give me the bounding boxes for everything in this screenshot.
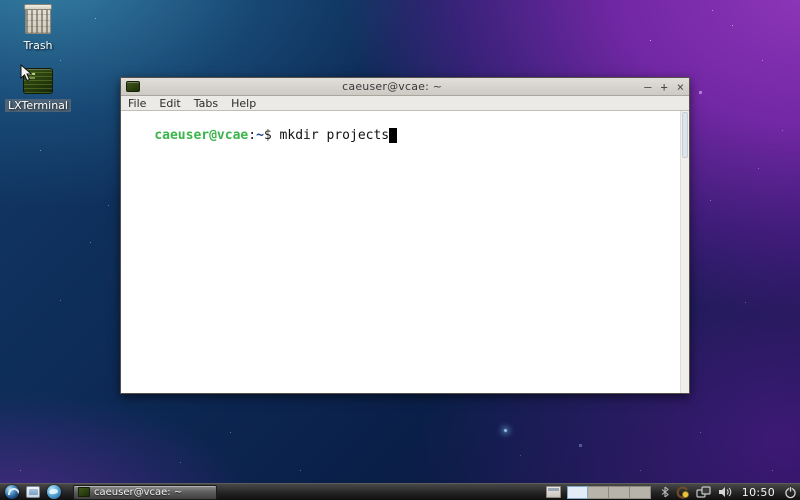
scrollbar-thumb[interactable] xyxy=(682,112,688,158)
taskbar-window-label: caeuser@vcae: ~ xyxy=(94,487,182,498)
lxterminal-icon xyxy=(126,81,140,92)
window-title: caeuser@vcae: ~ xyxy=(140,80,644,93)
show-desktop-button[interactable] xyxy=(546,486,561,498)
prompt-user-host: caeuser@vcae xyxy=(154,128,248,143)
desktop-icon-label: Trash xyxy=(20,39,55,52)
file-manager-icon xyxy=(26,486,40,498)
web-browser-launcher[interactable] xyxy=(46,485,62,499)
trash-icon xyxy=(25,6,51,34)
clock[interactable]: 10:50 xyxy=(740,486,777,499)
taskbar: caeuser@vcae: ~ xyxy=(0,483,800,500)
bluetooth-icon[interactable] xyxy=(661,486,669,498)
mouse-cursor-icon xyxy=(20,64,33,82)
menu-edit[interactable]: Edit xyxy=(159,97,180,110)
volume-icon[interactable] xyxy=(718,486,733,498)
bright-star xyxy=(503,428,508,433)
menu-tabs[interactable]: Tabs xyxy=(194,97,218,110)
menu-bar: File Edit Tabs Help xyxy=(121,96,689,111)
terminal-window: caeuser@vcae: ~ – + × File Edit Tabs Hel… xyxy=(120,77,690,394)
workspace-3[interactable] xyxy=(609,486,630,499)
file-manager-launcher[interactable] xyxy=(25,485,41,499)
desktop-icon-lxterminal[interactable]: LXTerminal xyxy=(2,68,74,113)
lubuntu-logo-icon xyxy=(5,485,19,499)
globe-icon xyxy=(47,485,61,499)
terminal-output[interactable]: caeuser@vcae:~$ mkdir projects xyxy=(121,111,689,393)
menu-file[interactable]: File xyxy=(128,97,146,110)
workspace-2[interactable] xyxy=(588,486,609,499)
star-field xyxy=(0,0,1,1)
taskbar-window-button[interactable]: caeuser@vcae: ~ xyxy=(73,485,217,500)
window-titlebar[interactable]: caeuser@vcae: ~ – + × xyxy=(121,78,689,96)
close-button[interactable]: × xyxy=(677,81,684,93)
prompt-colon: : xyxy=(248,128,256,143)
workspace-pager xyxy=(567,486,651,499)
workspace-4[interactable] xyxy=(630,486,651,499)
power-button-icon[interactable] xyxy=(784,486,797,499)
network-status-icon[interactable] xyxy=(696,486,711,498)
terminal-scrollbar[interactable] xyxy=(680,111,689,393)
lxterminal-icon xyxy=(78,487,90,497)
terminal-cursor xyxy=(389,128,397,143)
maximize-button[interactable]: + xyxy=(661,81,668,93)
workspace-1-active[interactable] xyxy=(567,486,588,499)
system-tray: 10:50 xyxy=(661,486,797,499)
start-menu-button[interactable] xyxy=(3,485,20,499)
desktop-icon-label: LXTerminal xyxy=(5,99,71,112)
prompt-symbol: $ xyxy=(264,128,280,143)
prompt-path: ~ xyxy=(256,128,264,143)
update-notifier-icon[interactable] xyxy=(676,486,689,499)
minimize-button[interactable]: – xyxy=(644,81,651,93)
desktop-icon-trash[interactable]: Trash xyxy=(2,6,74,53)
typed-command: mkdir projects xyxy=(280,128,390,143)
menu-help[interactable]: Help xyxy=(231,97,256,110)
